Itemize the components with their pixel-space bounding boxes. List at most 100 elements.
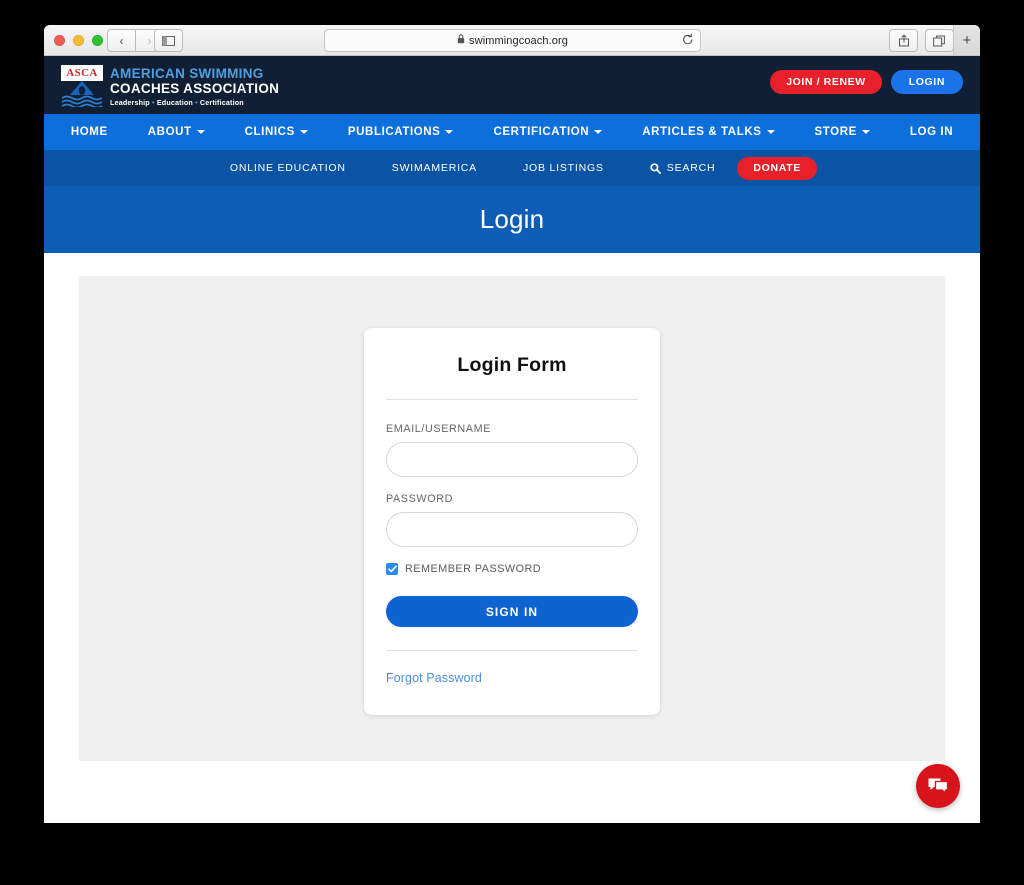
checkmark-icon: [387, 565, 397, 573]
nav-label-certification: CERTIFICATION: [493, 126, 590, 138]
maximize-window-button[interactable]: [92, 35, 103, 46]
chevron-down-icon: [196, 130, 205, 134]
remember-password-row[interactable]: REMEMBER PASSWORD: [386, 563, 638, 575]
nav-item-home[interactable]: HOME: [51, 126, 128, 138]
chevron-down-icon: [594, 130, 603, 134]
subnav-label-swimamerica: SWIMAMERICA: [391, 162, 477, 174]
nav-item-log-in[interactable]: LOG IN: [890, 126, 973, 138]
swimmer-wave-icon: [61, 81, 103, 107]
asca-badge-text: ASCA: [66, 66, 98, 79]
logo-wordmark: AMERICAN SWIMMING COACHES ASSOCIATION Le…: [110, 65, 279, 108]
window-traffic-lights: [54, 35, 103, 46]
tagline-leadership: Leadership: [110, 98, 150, 107]
web-page: ASCA AMERICAN SWIMMING COACHES ASSOCIATI…: [44, 56, 980, 823]
forgot-password-link[interactable]: Forgot Password: [386, 671, 482, 685]
sidebar-toggle-wrapper: [154, 29, 183, 52]
nav-item-clinics[interactable]: CLINICS: [225, 126, 328, 138]
page-title-banner: Login: [44, 186, 980, 253]
url-host: swimmingcoach.org: [469, 35, 568, 47]
donate-button[interactable]: DONATE: [737, 156, 818, 180]
asca-badge: ASCA: [61, 65, 103, 81]
address-bar[interactable]: swimmingcoach.org: [324, 29, 701, 52]
nav-label-home: HOME: [70, 126, 108, 138]
email-input[interactable]: [386, 442, 638, 477]
subnav-item-online-education[interactable]: ONLINE EDUCATION: [207, 162, 369, 174]
nav-item-store[interactable]: STORE: [795, 126, 890, 138]
url-text-wrapper: swimmingcoach.org: [457, 34, 568, 47]
password-field-group: PASSWORD: [386, 493, 638, 547]
reload-button[interactable]: [682, 33, 694, 49]
nav-label-articles-talks: ARTICLES & TALKS: [642, 126, 762, 138]
chevron-left-icon: ‹: [119, 33, 124, 48]
minimize-window-button[interactable]: [73, 35, 84, 46]
new-tab-button[interactable]: +: [953, 25, 980, 55]
header-action-buttons: JOIN / RENEW LOGIN: [770, 70, 963, 94]
subnav-label-job-listings: JOB LISTINGS: [522, 162, 604, 174]
tagline-sep-1: •: [152, 98, 155, 107]
main-content: Login Form EMAIL/USERNAME PASSWORD REMEM…: [44, 253, 980, 761]
email-field-label: EMAIL/USERNAME: [386, 423, 491, 435]
nav-item-publications[interactable]: PUBLICATIONS: [328, 126, 474, 138]
chat-widget-button[interactable]: [916, 764, 960, 808]
subnav-label-search: SEARCH: [666, 162, 716, 174]
logo-tagline: Leadership • Education • Certification: [110, 97, 279, 108]
chat-bubble-icon: [928, 778, 949, 795]
plus-icon: +: [962, 31, 972, 49]
lock-icon: [457, 34, 465, 44]
password-field-label: PASSWORD: [386, 493, 453, 505]
tabs-icon: [933, 35, 945, 46]
search-icon: [650, 162, 661, 174]
nav-label-store: STORE: [814, 126, 857, 138]
login-form-title: Login Form: [457, 354, 567, 376]
share-icon: [898, 34, 909, 47]
show-tabs-button[interactable]: [925, 29, 954, 52]
share-button[interactable]: [889, 29, 918, 52]
nav-label-log-in: LOG IN: [909, 126, 954, 138]
join-renew-button[interactable]: JOIN / RENEW: [770, 70, 882, 94]
remember-password-label: REMEMBER PASSWORD: [405, 563, 542, 575]
nav-item-certification[interactable]: CERTIFICATION: [473, 126, 622, 138]
email-field-group: EMAIL/USERNAME: [386, 423, 638, 477]
logo-line-2: COACHES ASSOCIATION: [110, 81, 280, 96]
page-title: Login: [479, 204, 545, 234]
toolbar-right-actions: [889, 29, 954, 52]
sign-in-button[interactable]: SIGN IN: [386, 596, 638, 627]
sidebar-icon: [162, 35, 175, 46]
logo-line-1: AMERICAN SWIMMING: [110, 66, 264, 81]
chevron-right-icon: ›: [147, 33, 152, 48]
reload-icon: [683, 33, 693, 45]
nav-label-clinics: CLINICS: [244, 126, 295, 138]
chevron-down-icon: [861, 130, 870, 134]
subnav-item-job-listings[interactable]: JOB LISTINGS: [500, 162, 627, 174]
remember-password-checkbox[interactable]: [386, 563, 398, 575]
primary-navigation: HOME ABOUT CLINICS PUBLICATIONS CERTIFIC…: [44, 114, 980, 150]
sidebar-toggle-button[interactable]: [154, 29, 183, 52]
password-input[interactable]: [386, 512, 638, 547]
nav-item-about[interactable]: ABOUT: [128, 126, 225, 138]
browser-window: ‹ › swimmingcoach.org + ASCA AMERICAN SW…: [44, 25, 980, 823]
content-panel: Login Form EMAIL/USERNAME PASSWORD REMEM…: [79, 276, 945, 761]
card-top-divider: [386, 399, 638, 400]
tagline-sep-2: •: [195, 98, 198, 107]
site-logo[interactable]: ASCA AMERICAN SWIMMING COACHES ASSOCIATI…: [61, 65, 279, 108]
card-bottom-divider: [386, 650, 638, 651]
subnav-label-online-education: ONLINE EDUCATION: [229, 162, 346, 174]
header-login-button[interactable]: LOGIN: [890, 70, 963, 94]
tagline-education: Education: [156, 98, 193, 107]
tagline-certification: Certification: [199, 98, 244, 107]
chevron-down-icon: [766, 130, 775, 134]
nav-label-publications: PUBLICATIONS: [347, 126, 441, 138]
nav-item-articles-talks[interactable]: ARTICLES & TALKS: [622, 126, 794, 138]
login-form-card: Login Form EMAIL/USERNAME PASSWORD REMEM…: [364, 328, 660, 715]
asca-logo-mark: ASCA: [61, 65, 103, 107]
back-button[interactable]: ‹: [107, 29, 136, 52]
subnav-item-swimamerica[interactable]: SWIMAMERICA: [369, 162, 500, 174]
nav-label-about: ABOUT: [147, 126, 192, 138]
chevron-down-icon: [445, 130, 454, 134]
close-window-button[interactable]: [54, 35, 65, 46]
site-header: ASCA AMERICAN SWIMMING COACHES ASSOCIATI…: [44, 56, 980, 114]
browser-toolbar: ‹ › swimmingcoach.org +: [44, 25, 980, 56]
subnav-item-search[interactable]: SEARCH: [627, 162, 730, 174]
secondary-navigation: ONLINE EDUCATION SWIMAMERICA JOB LISTING…: [44, 150, 980, 186]
chevron-down-icon: [299, 130, 308, 134]
